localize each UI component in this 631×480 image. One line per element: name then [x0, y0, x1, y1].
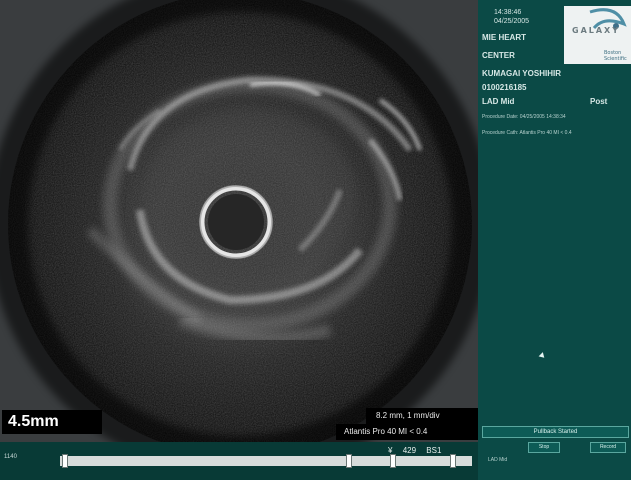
track-end-handle[interactable] — [450, 454, 456, 468]
lad-mid-mini: LAD Mid — [488, 457, 508, 463]
institution-line2: CENTER — [482, 51, 515, 60]
pullback-track[interactable] — [60, 454, 472, 468]
scale-label: 4.5mm — [2, 410, 102, 434]
frame-number: 429 — [402, 446, 417, 455]
vessel-label: LAD Mid — [482, 97, 515, 106]
date-label: 04/25/2005 — [494, 18, 530, 25]
frame-counter: 1140 — [4, 454, 17, 460]
bs-label: BS1 — [426, 446, 442, 455]
catheter-lumen — [208, 194, 264, 250]
catheter-readout: Atlantis Pro 40 MI < 0.4 — [336, 424, 478, 440]
measurement-readout: 8.2 mm, 1 mm/div — [366, 408, 478, 424]
stop-button[interactable]: Stop — [528, 442, 560, 453]
ivus-cross-section — [0, 0, 478, 442]
pullback-started-button[interactable]: Pullback Started — [482, 426, 629, 438]
procedure-cath: Procedure Cath: Atlantis Pro 40 MI < 0.4 — [482, 130, 572, 136]
frame-symbol: ¥ — [388, 446, 393, 455]
track-marker[interactable] — [346, 454, 352, 468]
phase-label: Post — [590, 97, 608, 106]
info-panel: 14:38:46 04/25/2005 MIE HEART CENTER GAL… — [478, 0, 631, 480]
logo-sub: Boston Scientific — [604, 50, 627, 62]
galaxy-logo: GALAXY Boston Scientific — [564, 6, 631, 64]
institution-line1: MIE HEART — [482, 33, 526, 42]
procedure-date: Procedure Date: 04/25/2005 14:38:34 — [482, 114, 566, 120]
record-button[interactable]: Record — [590, 442, 626, 453]
patient-id: 0100216185 — [482, 83, 527, 92]
patient-name: KUMAGAI YOSHIHIR — [482, 69, 561, 78]
track-start-handle[interactable] — [62, 454, 68, 468]
frame-info: ¥ 429 BS1 — [388, 446, 449, 455]
ivus-image-viewport — [0, 0, 478, 442]
track-current-handle[interactable] — [390, 454, 396, 468]
time-label: 14:38:46 — [494, 9, 522, 16]
logo-text: GALAXY — [572, 26, 621, 35]
